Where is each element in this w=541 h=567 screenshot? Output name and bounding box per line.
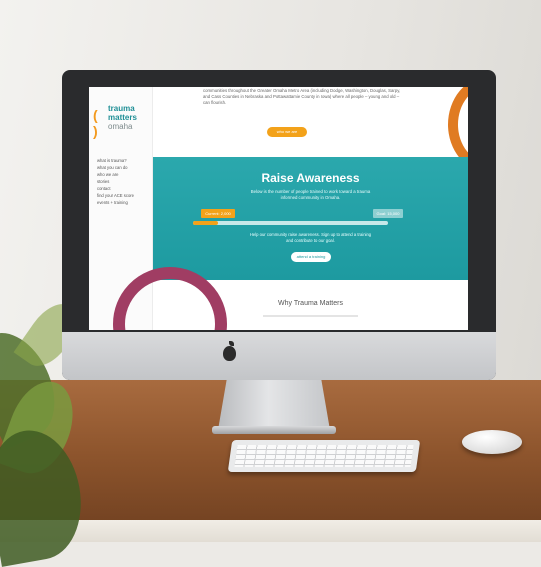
desk-edge: [0, 520, 541, 542]
keyboard: [227, 440, 421, 472]
nav-item-what-you-can-do[interactable]: what you can do: [97, 164, 134, 171]
monitor-chin: [62, 332, 496, 380]
section-heading: Raise Awareness: [261, 171, 360, 185]
monitor-stand: [218, 378, 330, 430]
help-text: Help our community raise awareness. Sign…: [249, 232, 372, 243]
apple-logo: [223, 346, 236, 361]
intro-text: communities throughout the Greater Omaha…: [203, 88, 401, 105]
logo-bracket-icon: ( ): [93, 107, 98, 139]
nav-item-events[interactable]: events + training: [97, 199, 134, 206]
sidebar-nav: what is trauma? what you can do who we a…: [97, 157, 134, 206]
nav-item-what-is-trauma[interactable]: what is trauma?: [97, 157, 134, 164]
nav-item-who-we-are[interactable]: who we are: [97, 171, 134, 178]
logo-word: omaha: [108, 122, 133, 131]
monitor-stand-base: [212, 426, 336, 434]
logo-word: trauma: [108, 104, 135, 113]
blurred-subtext: [263, 315, 358, 317]
attend-training-button[interactable]: attend a training: [291, 252, 331, 262]
progress-bar-fill: [193, 221, 219, 225]
section-description: Below is the number of people trained to…: [250, 189, 371, 200]
keyboard-key-rows: [234, 445, 414, 467]
nav-item-ace-score[interactable]: find your ACE score: [97, 192, 134, 199]
website-screen: ( ) trauma matters omaha what is trauma?…: [89, 87, 468, 330]
progress-bar: [193, 221, 388, 225]
raise-awareness-section: Raise Awareness Below is the number of p…: [153, 157, 468, 280]
logo-word: matters: [108, 113, 137, 122]
magic-mouse: [462, 430, 522, 454]
nav-item-contact[interactable]: contact: [97, 185, 134, 192]
current-count-badge: Current: 2,000: [201, 209, 235, 218]
nav-item-stories[interactable]: stories: [97, 178, 134, 185]
goal-count-badge: Goal: 15,000: [373, 209, 403, 218]
main-content: communities throughout the Greater Omaha…: [113, 87, 468, 330]
why-trauma-matters-heading: Why Trauma Matters: [278, 300, 343, 307]
who-we-are-button[interactable]: who we are: [267, 127, 307, 137]
